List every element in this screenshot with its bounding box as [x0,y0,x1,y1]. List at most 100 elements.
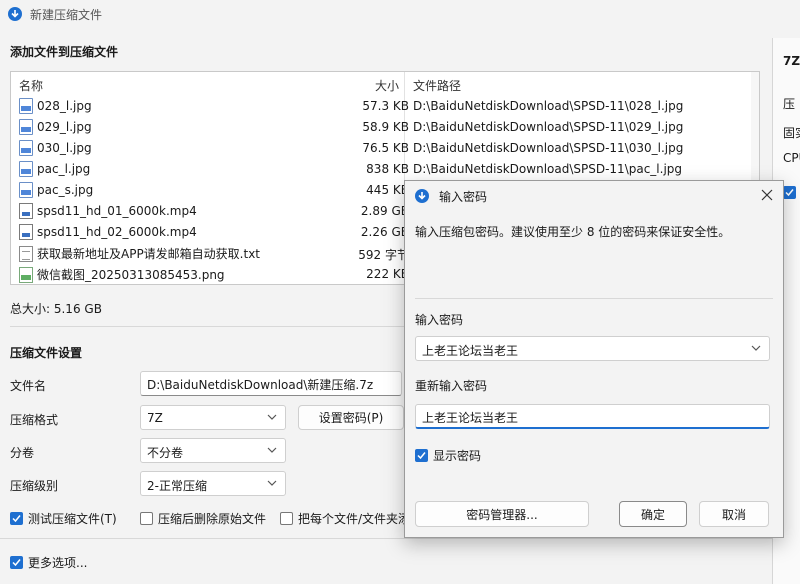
file-size: 57.3 KB [362,99,409,113]
image-file-icon [19,161,33,177]
file-name-cell: pac_s.jpg [19,182,93,198]
chevron-down-icon [267,480,277,486]
delete-after-label: 压缩后删除原始文件 [158,512,267,526]
test-archive-checkbox[interactable]: 测试压缩文件(T) [10,510,117,527]
file-path: D:\BaiduNetdiskDownload\SPSD-11\pac_l.jp… [413,162,683,176]
right-panel-checkbox[interactable]: 文 [783,184,800,201]
file-name: spsd11_hd_01_6000k.mp4 [37,204,197,218]
image-file-icon [19,182,33,198]
total-size: 总大小: 5.16 GB [10,302,102,316]
dialog-title-bar: 输入密码 [405,181,783,211]
show-password-checkbox[interactable]: 显示密码 [415,447,481,464]
file-name: 028_l.jpg [37,99,92,113]
table-row[interactable]: 030_l.jpg 76.5 KB D:\BaiduNetdiskDownload\… [11,138,759,159]
split-select[interactable]: 不分卷 [140,438,286,463]
right-panel-format: 7Z [783,54,800,68]
chevron-down-icon[interactable] [751,343,761,353]
file-name-cell: pac_l.jpg [19,161,90,177]
bottom-divider [0,538,772,539]
password-value: 上老王论坛当老王 [422,344,519,358]
filename-input[interactable]: D:\BaiduNetdiskDownload\新建压缩.7z [140,371,402,396]
close-icon[interactable] [761,189,773,201]
file-path: D:\BaiduNetdiskDownload\SPSD-11\028_l.jp… [413,99,684,113]
video-file-icon [19,224,33,240]
more-options-label: 更多选项... [28,556,88,570]
set-password-button[interactable]: 设置密码(P) [298,405,404,430]
file-size: 76.5 KB [362,141,409,155]
password-input[interactable]: 上老王论坛当老王 [415,336,770,361]
split-value: 不分卷 [147,446,184,460]
separate-archives-checkbox[interactable]: 把每个文件/文件夹添 [280,510,410,527]
image-file-icon [19,140,33,156]
window-title: 新建压缩文件 [30,7,103,22]
file-size: 58.9 KB [362,120,409,134]
settings-section-title: 压缩文件设置 [10,346,83,360]
png-file-icon [19,266,33,283]
reenter-password-input[interactable]: 上老王论坛当老王 [415,404,770,429]
cancel-button[interactable]: 取消 [699,501,769,527]
right-panel-item: 压 [783,97,796,111]
file-size: 592 字节 [358,248,409,262]
show-password-label: 显示密码 [433,449,482,463]
table-row[interactable]: 028_l.jpg 57.3 KB D:\BaiduNetdiskDownload\… [11,96,759,117]
level-value: 2-正常压缩 [147,479,207,493]
checkmark-icon [415,449,428,462]
reenter-label: 重新输入密码 [415,379,488,393]
title-bar: 新建压缩文件 [0,0,800,28]
file-size: 2.89 GB [360,204,409,218]
table-row[interactable]: pac_l.jpg 838 KB D:\BaiduNetdiskDownload\S… [11,159,759,180]
chevron-down-icon [267,414,277,420]
file-name-cell: 028_l.jpg [19,98,92,114]
video-file-icon [19,203,33,219]
app-logo-icon [8,7,22,21]
file-name: 030_l.jpg [37,141,92,155]
password-label: 输入密码 [415,313,464,327]
table-row[interactable]: 029_l.jpg 58.9 KB D:\BaiduNetdiskDownload\… [11,117,759,138]
format-label: 压缩格式 [10,413,59,427]
format-value: 7Z [147,411,163,425]
more-options-checkbox[interactable]: 更多选项... [10,554,87,571]
chevron-down-icon [267,447,277,453]
delete-after-checkbox[interactable]: 压缩后删除原始文件 [140,510,266,527]
file-name-cell: 029_l.jpg [19,119,92,135]
file-size: 445 KB [366,183,409,197]
password-dialog: 输入密码 输入压缩包密码。建议使用至少 8 位的密码来保证安全性。 输入密码 上… [404,180,784,538]
file-name-cell: spsd11_hd_01_6000k.mp4 [19,203,197,219]
password-manager-button[interactable]: 密码管理器... [415,501,589,527]
right-panel-item: CPU [783,151,800,165]
image-file-icon [19,98,33,114]
file-size: 222 KB [366,267,409,281]
dialog-title: 输入密码 [439,189,488,204]
dialog-body: 输入压缩包密码。建议使用至少 8 位的密码来保证安全性。 输入密码 上老王论坛当… [405,211,783,507]
ok-button[interactable]: 确定 [619,501,687,527]
file-size: 2.26 GB [360,225,409,239]
file-name-cell: 030_l.jpg [19,140,92,156]
file-name: 029_l.jpg [37,120,92,134]
checkmark-icon [10,512,23,525]
file-name: 获取最新地址及APP请发邮箱自动获取.txt [37,247,261,261]
checkbox-empty-icon [280,512,293,525]
level-label: 压缩级别 [10,479,59,493]
column-header-size[interactable]: 大小 [375,77,399,94]
file-name: spsd11_hd_02_6000k.mp4 [37,225,197,239]
image-file-icon [19,119,33,135]
file-size: 838 KB [366,162,409,176]
file-name: 微信截图_20250313085453.png [37,268,225,282]
separate-archives-label: 把每个文件/文件夹添 [298,512,411,526]
format-select[interactable]: 7Z [140,405,286,430]
file-name-cell: 获取最新地址及APP请发邮箱自动获取.txt [19,245,260,262]
column-header-path[interactable]: 文件路径 [413,77,461,94]
add-files-section-title: 添加文件到压缩文件 [10,45,119,59]
dialog-description: 输入压缩包密码。建议使用至少 8 位的密码来保证安全性。 [415,225,731,239]
column-header-name[interactable]: 名称 [19,77,43,94]
level-select[interactable]: 2-正常压缩 [140,471,286,496]
file-path: D:\BaiduNetdiskDownload\SPSD-11\030_l.jp… [413,141,684,155]
test-archive-label: 测试压缩文件(T) [28,512,117,526]
file-name-cell: 微信截图_20250313085453.png [19,266,225,283]
app-logo-icon [415,189,429,203]
split-label: 分卷 [10,446,35,460]
file-name: pac_s.jpg [37,183,94,197]
file-path: D:\BaiduNetdiskDownload\SPSD-11\029_l.jp… [413,120,684,134]
checkmark-icon [783,186,796,199]
checkmark-icon [10,556,23,569]
